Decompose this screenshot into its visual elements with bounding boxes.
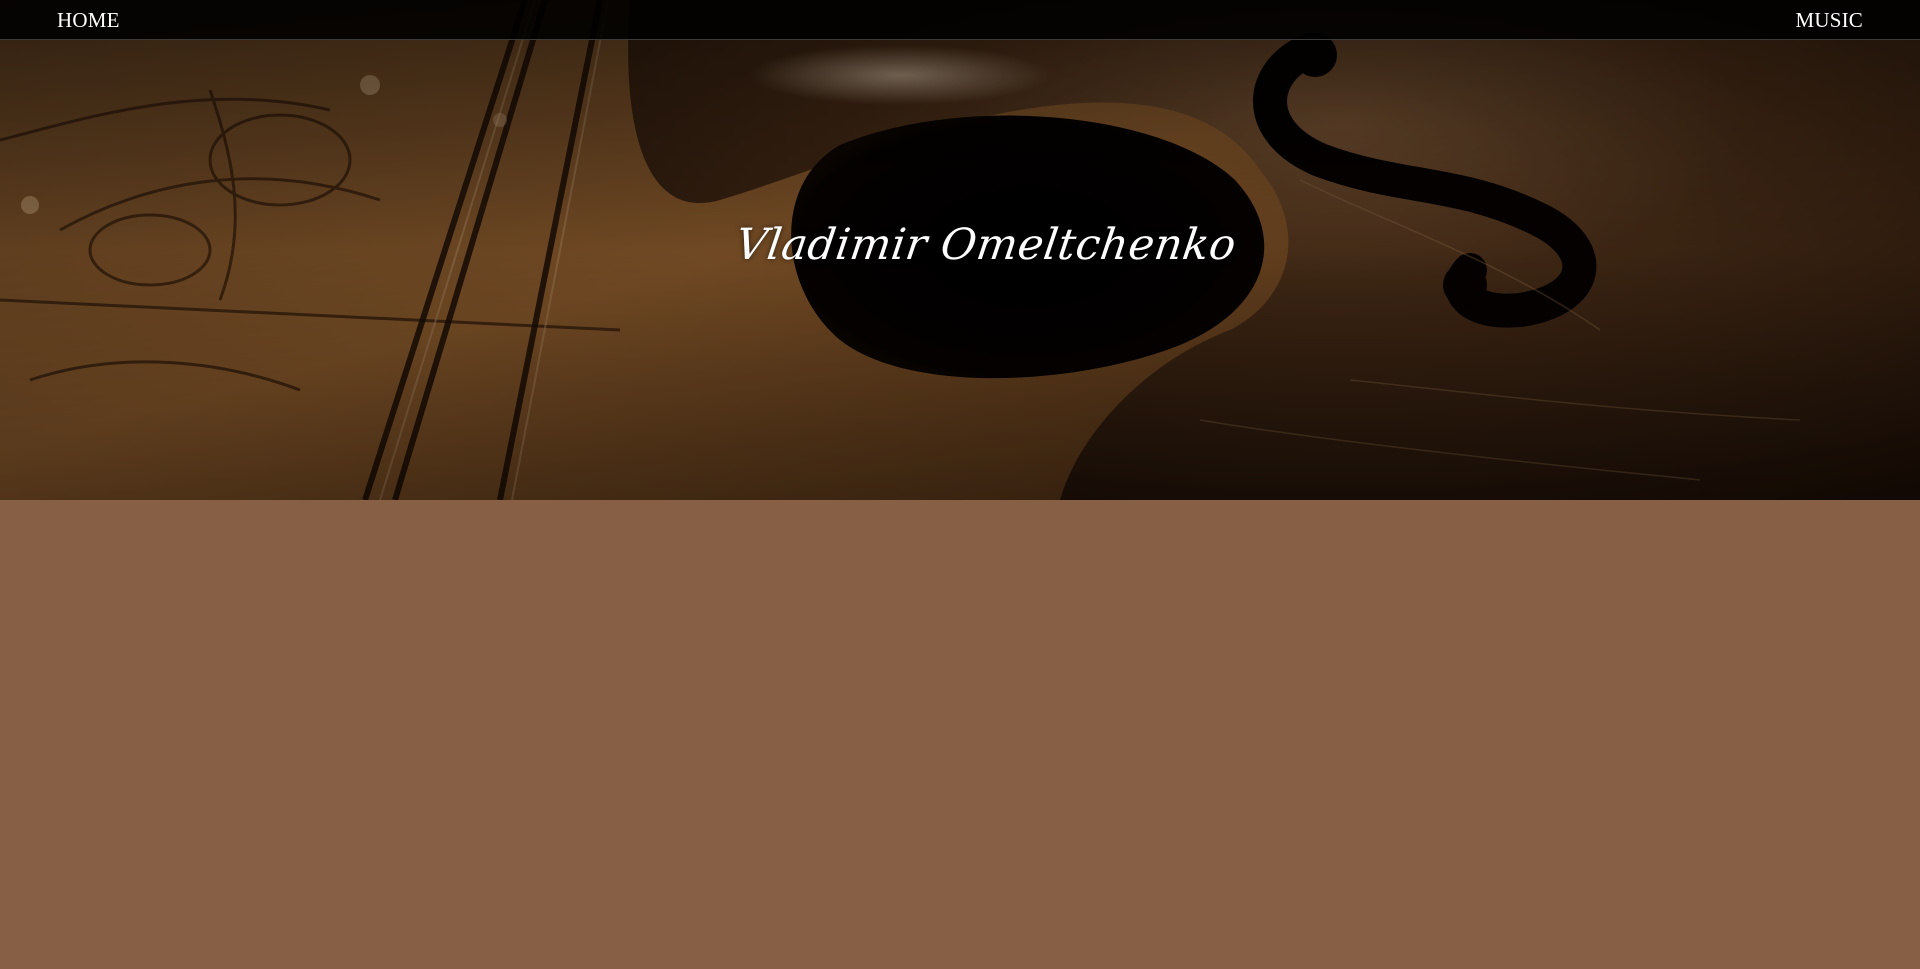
top-navbar: HOME MUSIC [0, 0, 1920, 40]
main-content-area [0, 500, 1920, 969]
hero-banner: Vladimir Omeltchenko [0, 0, 1920, 500]
page: Vladimir Omeltchenko HOME MUSIC [0, 0, 1920, 969]
site-title: Vladimir Omeltchenko [732, 220, 1240, 270]
nav-home-link[interactable]: HOME [57, 9, 120, 31]
nav-music-link[interactable]: MUSIC [1795, 9, 1863, 31]
